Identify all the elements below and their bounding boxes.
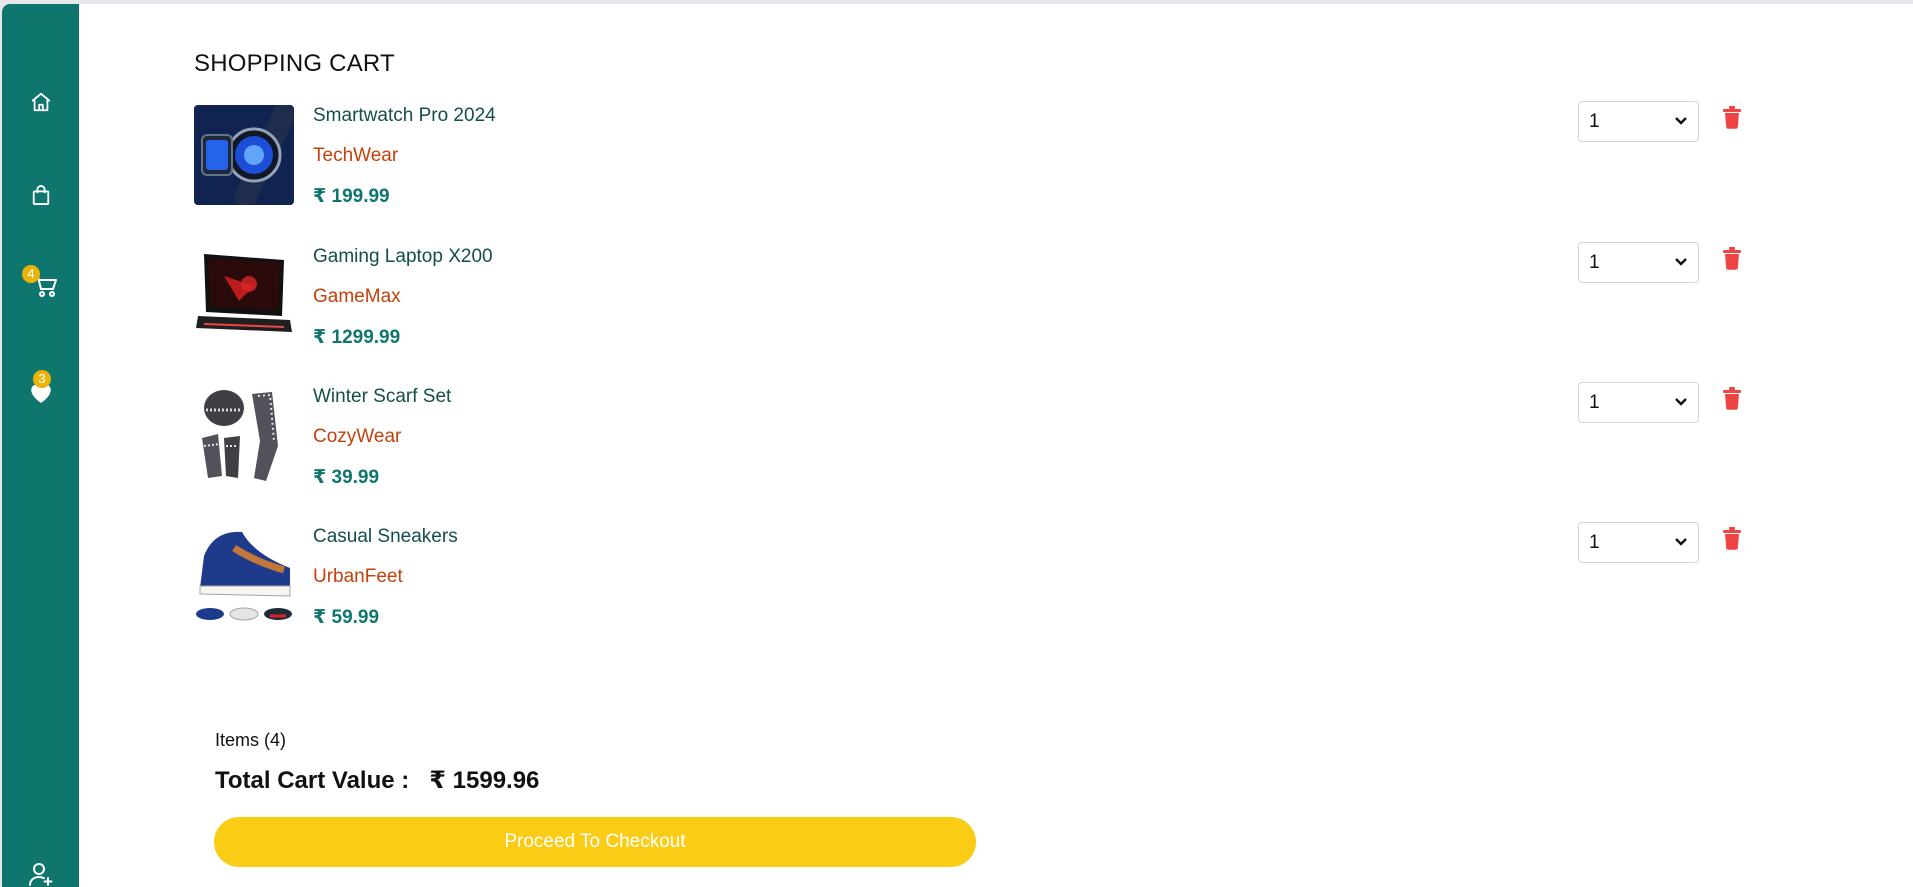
sidebar-item-cart[interactable]: 4: [2, 265, 79, 306]
checkout-button[interactable]: Proceed To Checkout: [214, 817, 976, 867]
cart-item: Gaming Laptop X200 GameMax ₹ 1299.99 1: [194, 242, 1741, 350]
cart-item: Casual Sneakers UrbanFeet ₹ 59.99 1: [194, 522, 1741, 630]
trash-icon: [1723, 527, 1741, 550]
sidebar-item-shop[interactable]: [2, 175, 79, 215]
cart-item: Smartwatch Pro 2024 TechWear ₹ 199.99 1: [194, 101, 1741, 209]
product-name[interactable]: Smartwatch Pro 2024: [313, 105, 496, 127]
quantity-select[interactable]: 1: [1578, 101, 1699, 142]
product-image-laptop[interactable]: [194, 246, 294, 346]
product-image-scarf[interactable]: [194, 386, 294, 486]
product-name[interactable]: Casual Sneakers: [313, 526, 458, 548]
sidebar: 4 3: [2, 4, 79, 887]
product-price: ₹ 59.99: [313, 607, 380, 628]
product-name[interactable]: Gaming Laptop X200: [313, 246, 493, 268]
cart-item: Winter Scarf Set CozyWear ₹ 39.99 1: [194, 382, 1741, 490]
user-plus-icon: [28, 863, 52, 886]
cart-count-badge: 4: [22, 265, 40, 283]
product-image-smartwatch[interactable]: [194, 105, 294, 205]
delete-item-button[interactable]: [1717, 242, 1747, 274]
delete-item-button[interactable]: [1717, 522, 1747, 554]
shopping-bag-icon: [32, 185, 49, 205]
product-name[interactable]: Winter Scarf Set: [313, 386, 451, 408]
page-title: SHOPPING CART: [194, 50, 395, 77]
total-cart-value: Total Cart Value : ₹ 1599.96: [215, 766, 539, 795]
total-value: ₹ 1599.96: [429, 767, 540, 794]
product-brand: GameMax: [313, 286, 401, 307]
home-icon: [31, 92, 50, 112]
laptop-image: [194, 246, 294, 346]
quantity-select[interactable]: 1: [1578, 522, 1699, 563]
product-price: ₹ 199.99: [313, 186, 390, 207]
product-brand: UrbanFeet: [313, 566, 403, 587]
product-brand: CozyWear: [313, 426, 402, 447]
sidebar-item-home[interactable]: [2, 82, 79, 122]
sidebar-item-account[interactable]: [2, 854, 79, 887]
items-count: Items (4): [215, 730, 287, 750]
product-price: ₹ 1299.99: [313, 327, 401, 348]
wishlist-count-badge: 3: [33, 370, 51, 388]
sidebar-item-wishlist[interactable]: 3: [2, 370, 79, 412]
delete-item-button[interactable]: [1717, 101, 1747, 133]
total-label: Total Cart Value :: [215, 767, 410, 794]
smartwatch-image: [194, 105, 294, 205]
app-window: 4 3 SHOPPING CART Smartwatch Pro 2024 Te…: [2, 4, 1913, 887]
trash-icon: [1723, 106, 1741, 129]
trash-icon: [1723, 387, 1741, 410]
delete-item-button[interactable]: [1717, 382, 1747, 414]
trash-icon: [1723, 247, 1741, 270]
product-image-sneakers[interactable]: [194, 526, 294, 626]
product-brand: TechWear: [313, 145, 399, 166]
sneakers-image: [194, 526, 294, 626]
cart-page: SHOPPING CART Smartwatch Pro 2024 TechWe…: [79, 4, 1913, 887]
product-price: ₹ 39.99: [313, 467, 380, 488]
quantity-select[interactable]: 1: [1578, 242, 1699, 283]
scarf-set-image: [194, 386, 294, 486]
quantity-select[interactable]: 1: [1578, 382, 1699, 423]
